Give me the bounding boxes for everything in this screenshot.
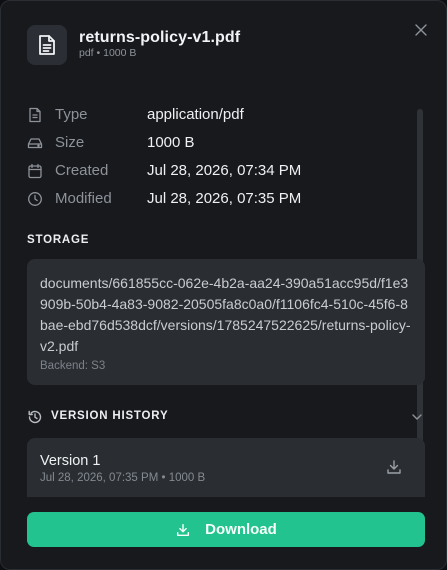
property-row-created: Created Jul 28, 2026, 07:34 PM xyxy=(27,160,407,182)
calendar-icon xyxy=(27,163,43,179)
property-label: Created xyxy=(55,162,109,179)
file-title: returns-policy-v1.pdf xyxy=(79,29,241,46)
modal-header: returns-policy-v1.pdf pdf • 1000 B xyxy=(1,1,446,89)
clock-icon xyxy=(27,191,43,207)
storage-section-title: STORAGE xyxy=(27,234,90,246)
version-item[interactable]: Version 1 Jul 28, 2026, 07:35 PM • 1000 … xyxy=(27,438,425,497)
property-row-size: Size 1000 B xyxy=(27,132,407,154)
storage-backend: Backend: S3 xyxy=(40,360,106,372)
property-label: Modified xyxy=(55,190,112,207)
history-icon xyxy=(27,409,43,425)
file-subtitle: pdf • 1000 B xyxy=(79,47,137,59)
drive-icon xyxy=(27,135,43,151)
download-button[interactable]: Download xyxy=(27,512,425,547)
pdf-file-icon xyxy=(27,25,67,65)
property-value: application/pdf xyxy=(147,106,244,123)
document-icon xyxy=(27,107,43,123)
download-icon xyxy=(177,523,190,536)
storage-box: documents/661855cc-062e-4b2a-aa24-390a51… xyxy=(27,259,425,385)
close-icon[interactable] xyxy=(412,21,430,39)
download-button-label: Download xyxy=(205,521,277,538)
property-label: Size xyxy=(55,134,85,151)
property-value: 1000 B xyxy=(147,134,195,151)
property-value: Jul 28, 2026, 07:35 PM xyxy=(147,190,302,207)
property-value: Jul 28, 2026, 07:34 PM xyxy=(147,162,302,179)
details-scroll-area[interactable]: Type application/pdf Size 1000 B Created… xyxy=(1,89,446,497)
property-row-modified: Modified Jul 28, 2026, 07:35 PM xyxy=(27,188,407,210)
version-history-title: VERSION HISTORY xyxy=(51,410,169,422)
version-name: Version 1 xyxy=(40,453,101,469)
version-history-header[interactable]: VERSION HISTORY xyxy=(27,407,425,427)
modal-footer: Download xyxy=(1,497,446,569)
property-label: Type xyxy=(55,106,88,123)
storage-path: documents/661855cc-062e-4b2a-aa24-390a51… xyxy=(40,275,411,354)
version-meta: Jul 28, 2026, 07:35 PM • 1000 B xyxy=(40,472,206,484)
file-details-modal: returns-policy-v1.pdf pdf • 1000 B Type … xyxy=(0,0,447,570)
property-row-type: Type application/pdf xyxy=(27,104,407,126)
chevron-down-icon[interactable] xyxy=(409,409,425,425)
download-icon[interactable] xyxy=(385,458,403,476)
